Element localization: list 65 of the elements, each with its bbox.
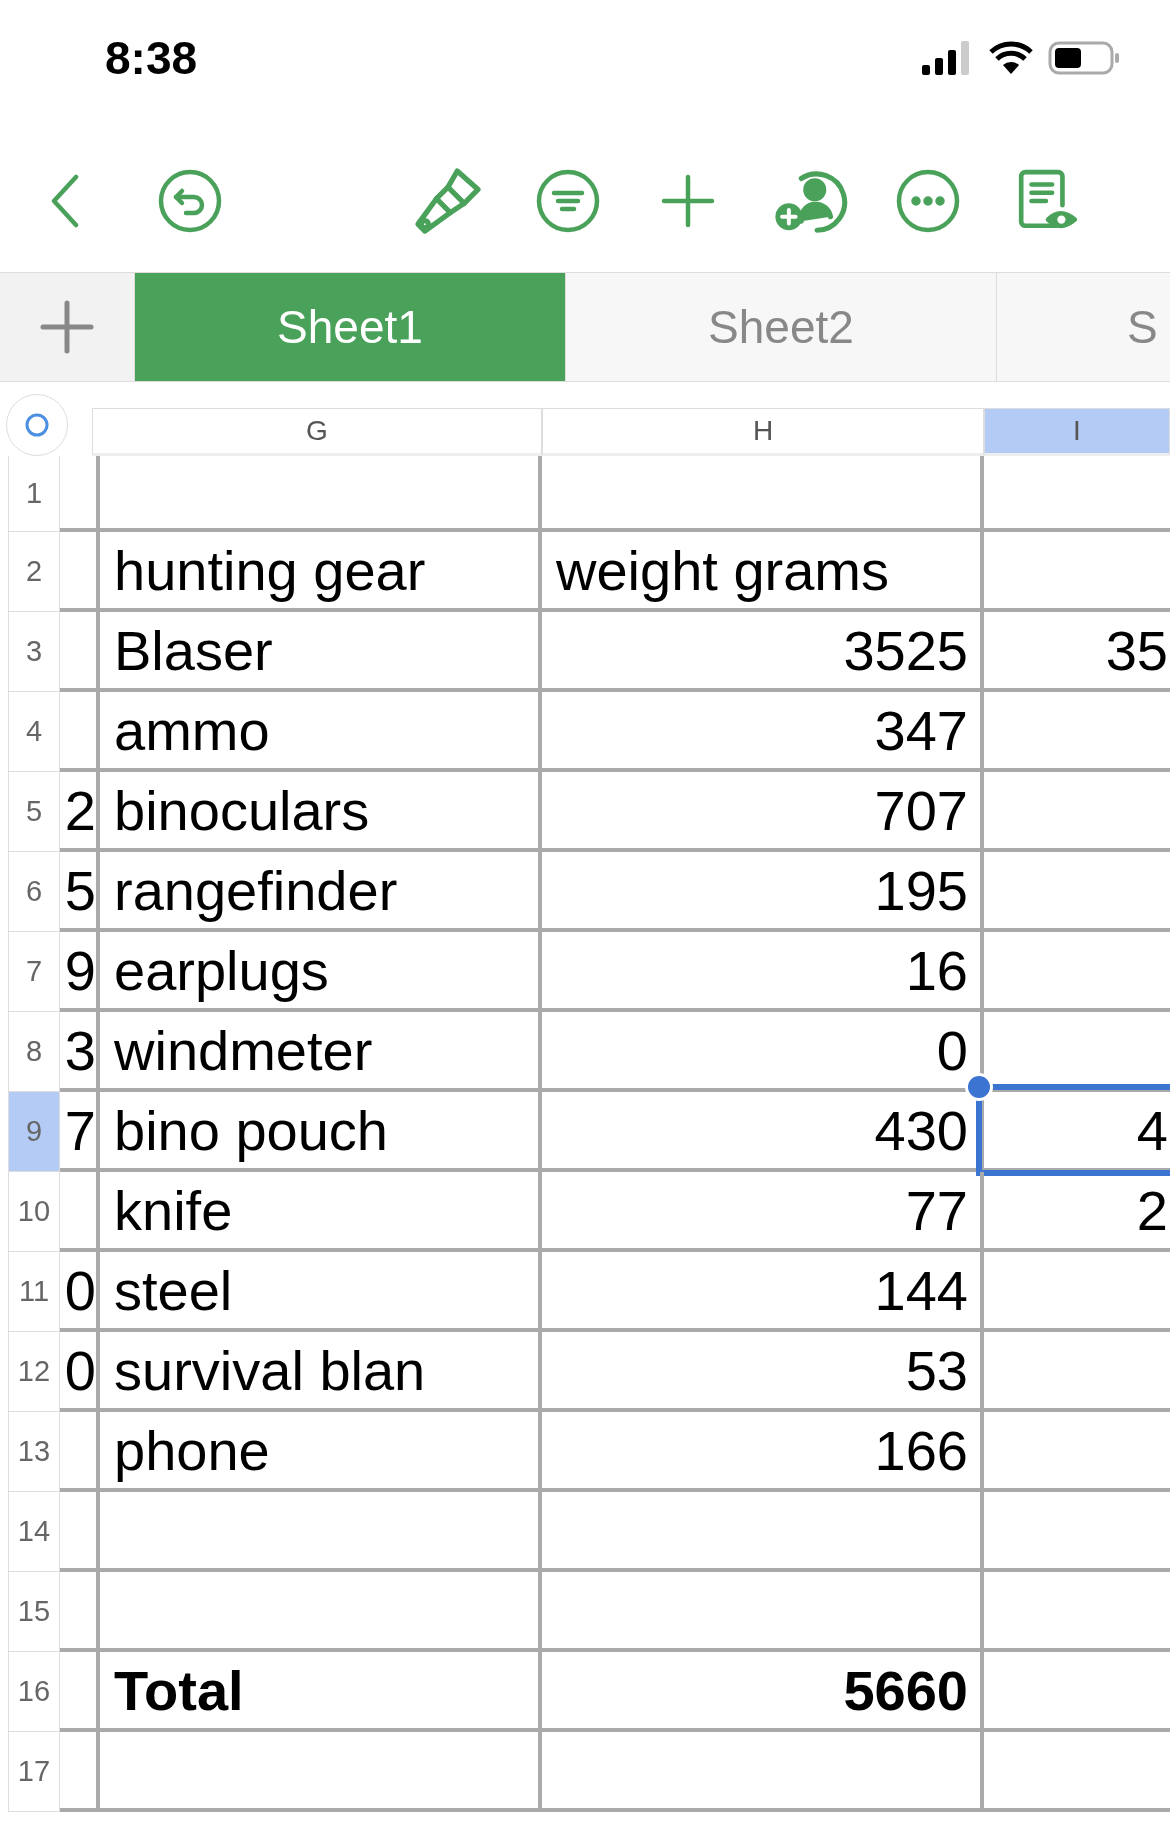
plus-icon [39, 299, 95, 355]
table-cell: 53 [542, 1332, 984, 1412]
table-cell: survival blan [100, 1332, 542, 1412]
table-cell: 0 [60, 1332, 100, 1412]
sheet-tab[interactable]: Sheet1 [135, 273, 566, 381]
filter-icon [536, 169, 600, 233]
table-cell: 7 [60, 1092, 100, 1172]
row-number[interactable]: 3 [8, 612, 60, 692]
table-cell: rangefinder [100, 852, 542, 932]
table-cell: windmeter [100, 1012, 542, 1092]
row-number[interactable]: 7 [8, 932, 60, 1012]
battery-icon [1048, 41, 1120, 75]
table-cell: ammo [100, 692, 542, 772]
row-number[interactable]: 9 [8, 1092, 60, 1172]
back-icon [50, 174, 80, 228]
table-cell: 35 [984, 612, 1170, 692]
table-cell: 166 [542, 1412, 984, 1492]
row-number[interactable]: 5 [8, 772, 60, 852]
column-header[interactable]: G [92, 408, 542, 456]
circle-icon [24, 412, 50, 438]
table-cell: steel [100, 1252, 542, 1332]
add-sheet-button[interactable] [0, 273, 135, 381]
row-number[interactable]: 10 [8, 1172, 60, 1252]
status-time: 8:38 [105, 31, 198, 85]
table-cell: earplugs [100, 932, 542, 1012]
table-cell: 16 [542, 932, 984, 1012]
row-number[interactable]: 1 [8, 456, 60, 532]
table-cell: Total [100, 1652, 542, 1732]
table-cell: 144 [542, 1252, 984, 1332]
more-icon [896, 169, 960, 233]
table-cell: 4 [984, 1092, 1170, 1172]
undo-icon [158, 169, 222, 233]
table-cell: Blaser [100, 612, 542, 692]
row-number[interactable]: 6 [8, 852, 60, 932]
table-cell: phone [100, 1412, 542, 1492]
table-cell: 5 [60, 852, 100, 932]
table-cell: 3525 [542, 612, 984, 692]
table-cell: 347 [542, 692, 984, 772]
table-cell: 77 [542, 1172, 984, 1252]
table-cell: hunting gear [100, 532, 542, 612]
column-header[interactable]: I [984, 408, 1170, 456]
row-number[interactable]: 14 [8, 1492, 60, 1572]
row-number[interactable]: 4 [8, 692, 60, 772]
table-cell: 3 [60, 1012, 100, 1092]
table-cell: 9 [60, 932, 100, 1012]
table-cell: bino pouch [100, 1092, 542, 1172]
table-cell: 2 [984, 1172, 1170, 1252]
row-number[interactable]: 13 [8, 1412, 60, 1492]
table-cell: 195 [542, 852, 984, 932]
table-cell: 0 [60, 1252, 100, 1332]
row-number[interactable]: 11 [8, 1252, 60, 1332]
row-number[interactable]: 8 [8, 1012, 60, 1092]
table-cell: 5660 [542, 1652, 984, 1732]
table-cell: weight grams [542, 532, 984, 612]
row-number[interactable]: 17 [8, 1732, 60, 1812]
row-number[interactable]: 2 [8, 532, 60, 612]
table-cell: 707 [542, 772, 984, 852]
row-number[interactable]: 16 [8, 1652, 60, 1732]
row-number[interactable]: 12 [8, 1332, 60, 1412]
wifi-icon [988, 41, 1034, 75]
table-cell: 2 [60, 772, 100, 852]
table-cell: knife [100, 1172, 542, 1252]
column-header[interactable]: H [542, 408, 984, 456]
table-cell: binoculars [100, 772, 542, 852]
row-number[interactable]: 15 [8, 1572, 60, 1652]
